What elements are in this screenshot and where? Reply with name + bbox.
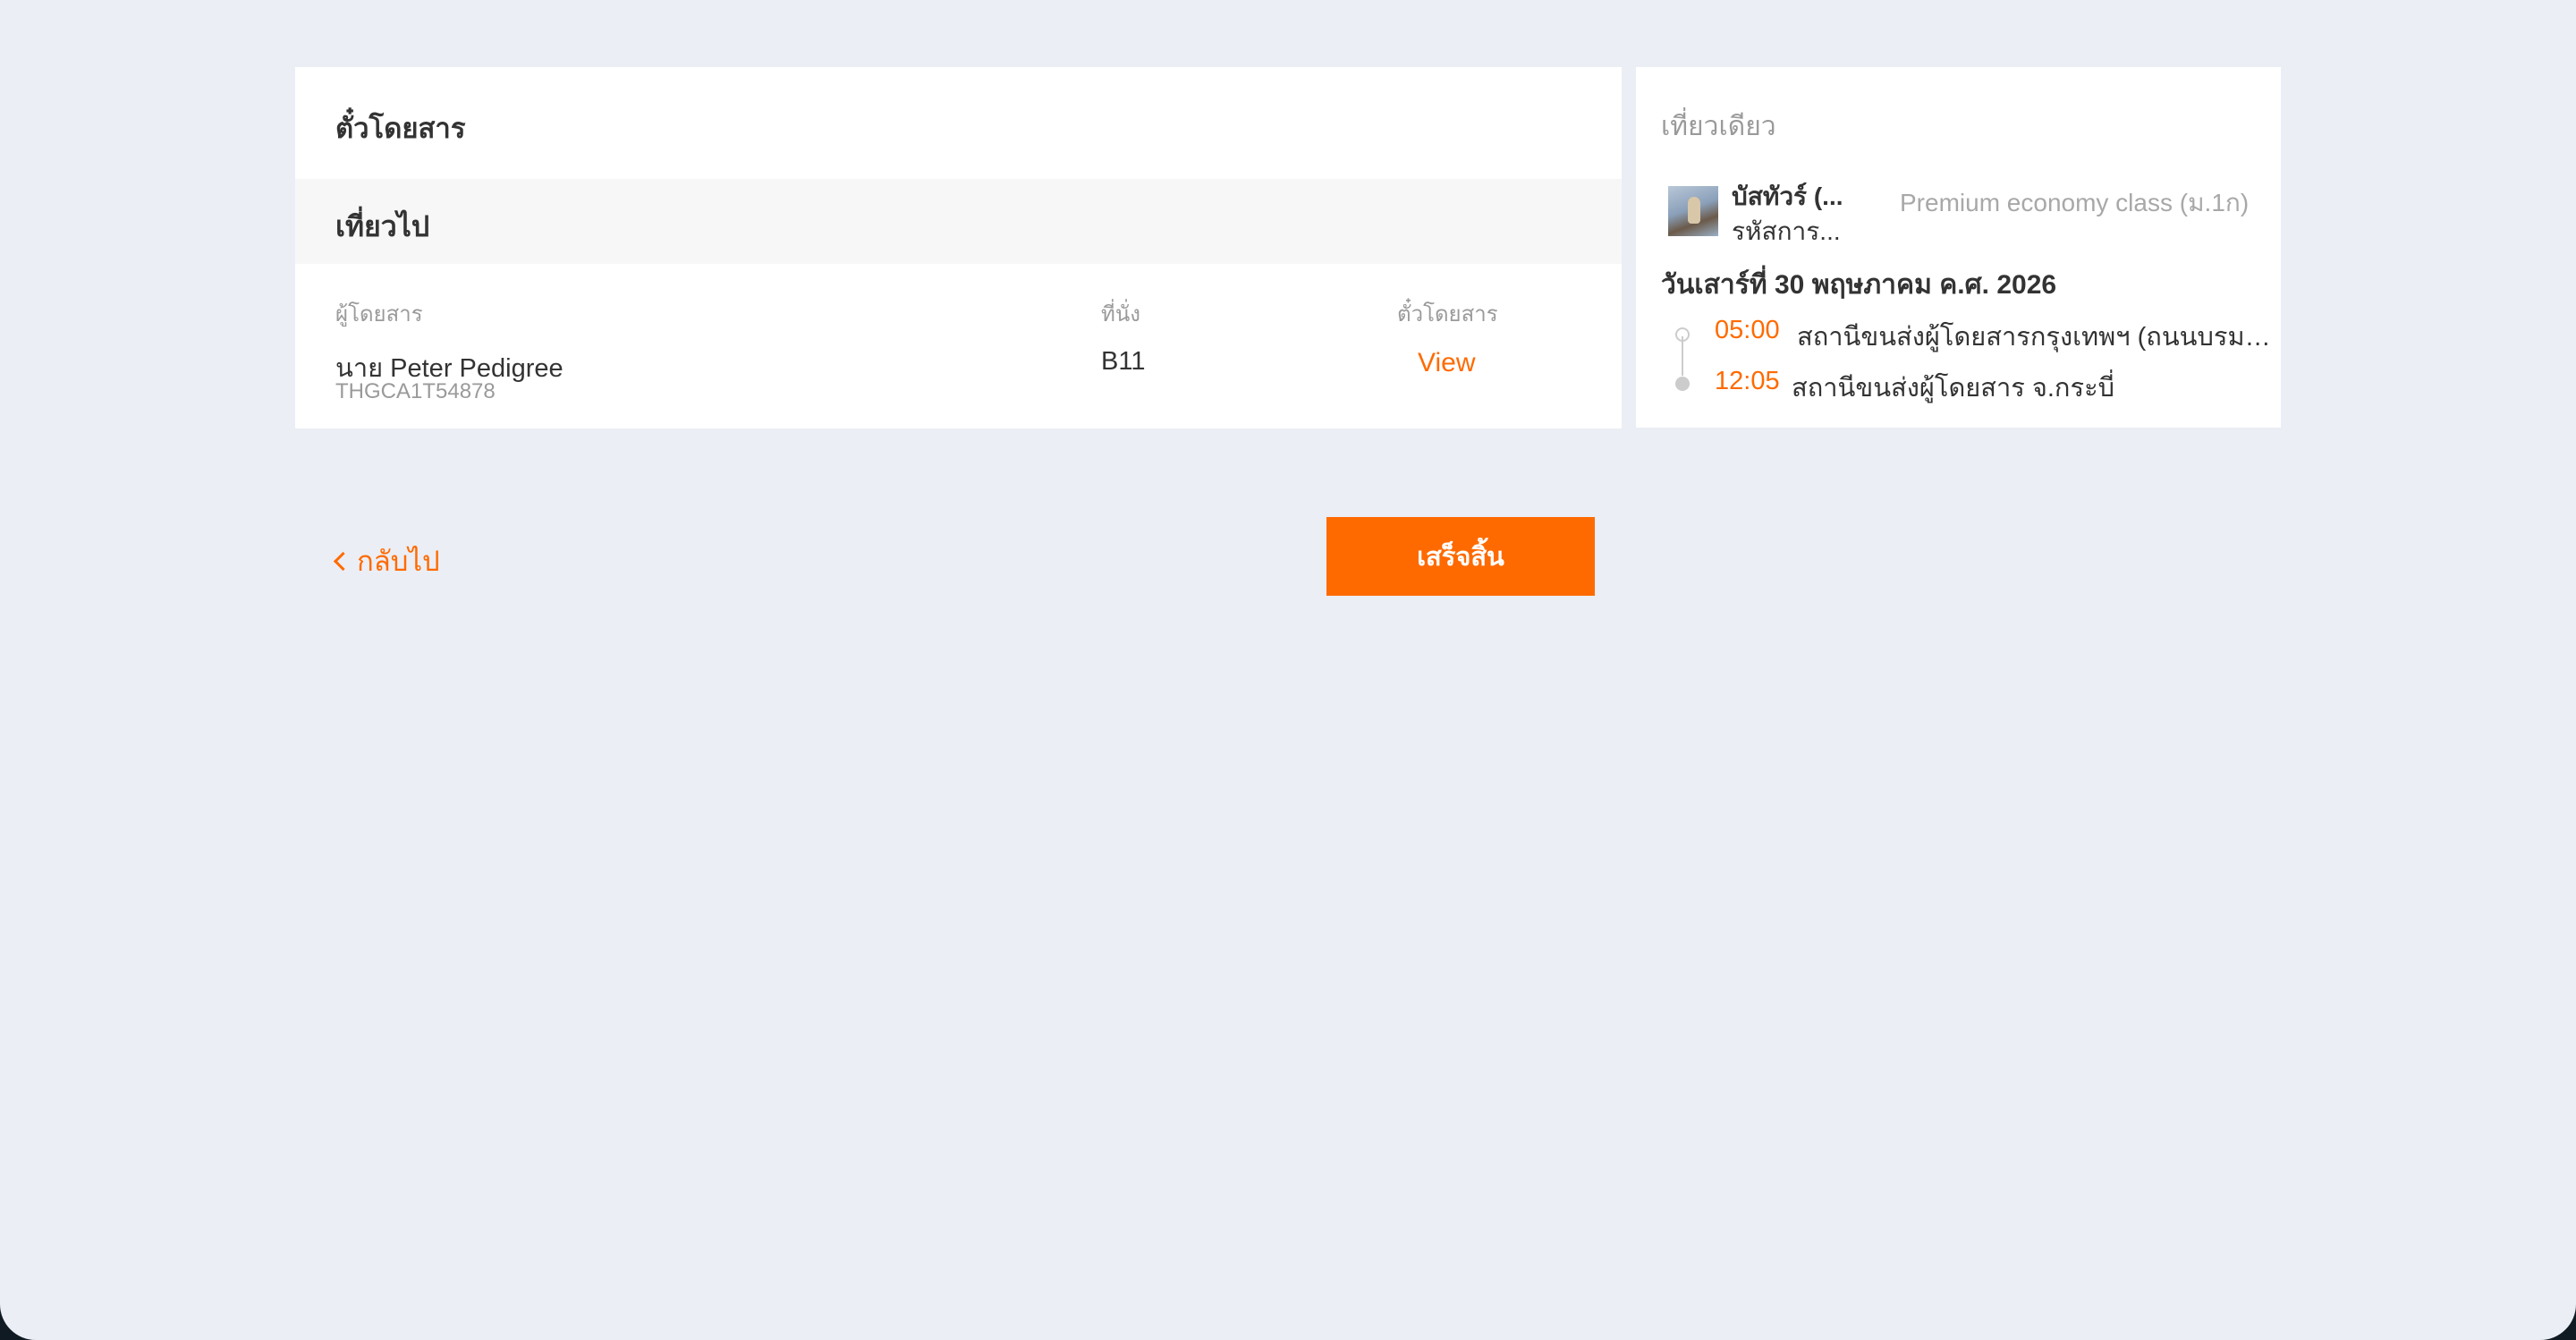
chevron-left-icon	[333, 551, 353, 571]
trip-summary-card: เที่ยวเดียว บัสทัวร์ (... รหัสการ... Pre…	[1636, 67, 2281, 428]
trip-date: วันเสาร์ที่ 30 พฤษภาคม ค.ศ. 2026	[1661, 270, 2057, 300]
seat-number: B11	[1101, 347, 1146, 376]
departure-station: สถานีขนส่งผู้โดยสารกรุงเทพฯ (ถนนบรมราชชน…	[1797, 323, 2271, 352]
departure-time: 05:00	[1715, 316, 1780, 344]
operator-name: บัสทัวร์ (...	[1732, 182, 1843, 210]
passenger-column-header: ผู้โดยสาร	[335, 302, 423, 327]
arrival-time: 12:05	[1715, 367, 1780, 395]
back-label: กลับไป	[357, 546, 440, 577]
view-ticket-link[interactable]: View	[1418, 348, 1475, 378]
outbound-section-header: เที่ยวไป	[295, 179, 1622, 264]
finish-button[interactable]: เสร็จสิ้น	[1326, 517, 1595, 596]
seat-column-header: ที่นั่ง	[1101, 302, 1140, 327]
outbound-label: เที่ยวไป	[335, 210, 430, 242]
operator-code: รหัสการ...	[1732, 217, 1841, 245]
booking-code: THGCA1T54878	[335, 379, 496, 403]
arrival-dot-icon	[1675, 377, 1690, 391]
seat-class: Premium economy class (ม.1ก)	[1900, 189, 2250, 216]
arrival-station: สถานีขนส่งผู้โดยสาร จ.กระบี่	[1792, 374, 2115, 403]
ticket-column-header: ตั๋วโดยสาร	[1397, 302, 1498, 327]
ticket-title: ตั๋วโดยสาร	[335, 113, 466, 144]
timeline-line	[1682, 336, 1683, 376]
bird-icon	[1688, 197, 1700, 224]
trip-type-title: เที่ยวเดียว	[1661, 112, 1776, 141]
back-link[interactable]: กลับไป	[333, 539, 440, 583]
operator-logo	[1668, 186, 1718, 236]
ticket-card: ตั๋วโดยสาร เที่ยวไป ผู้โดยสาร ที่นั่ง ตั…	[295, 67, 1622, 428]
app-window: ตั๋วโดยสาร เที่ยวไป ผู้โดยสาร ที่นั่ง ตั…	[0, 0, 2576, 1340]
